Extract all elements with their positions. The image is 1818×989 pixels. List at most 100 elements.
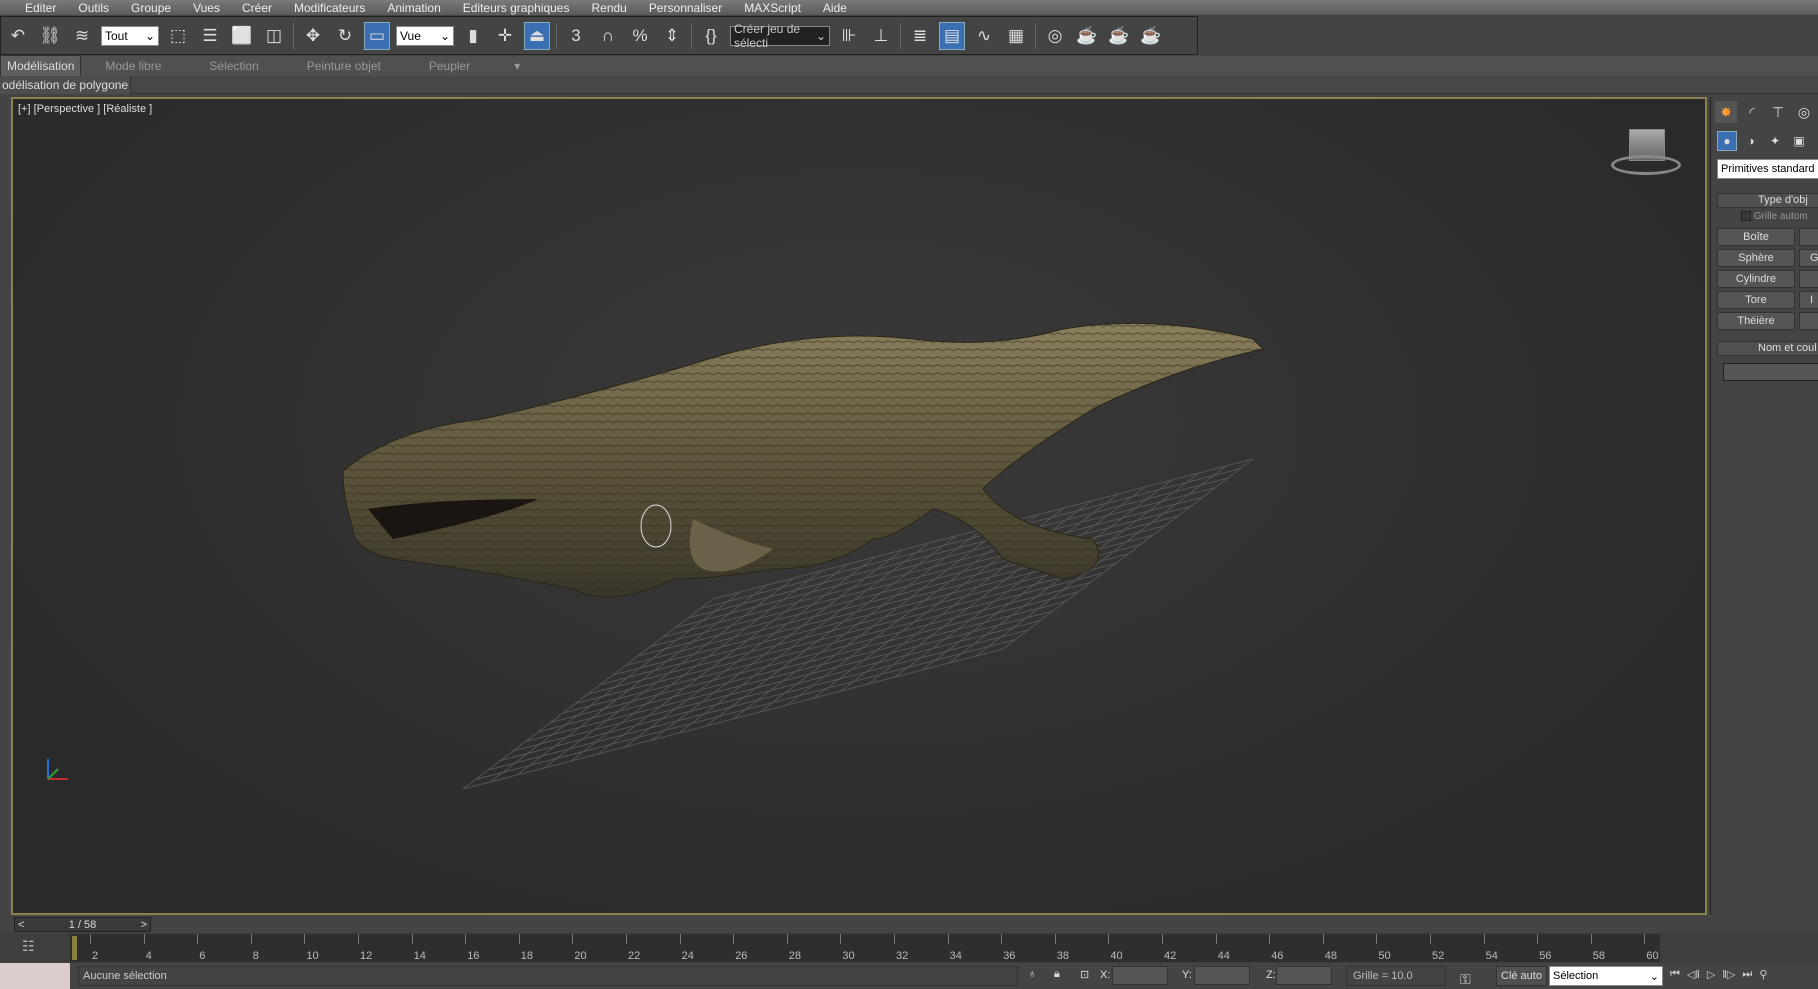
polygon-modeling-tab[interactable]: odélisation de polygone [0,76,132,94]
viewcube-icon[interactable] [1611,129,1681,179]
mini-curve-editor-icon[interactable]: ☷ [22,938,35,955]
scale-icon[interactable]: ▭ [364,21,390,50]
spinner-snap-icon[interactable]: ⇕ [659,22,685,50]
pyramid-button[interactable]: I [1799,291,1818,309]
rendered-frame-window-icon[interactable]: ☕ [1106,22,1132,50]
hierarchy-tab-icon[interactable]: ⊤ [1767,101,1789,123]
render-production-icon[interactable]: ☕ [1138,22,1164,50]
autogrid-checkbox[interactable]: Grille autom [1741,211,1808,222]
menu-item-11[interactable]: Aide [823,1,847,15]
selection-filter-select[interactable]: Tout ⌄ [101,25,159,46]
plane-button[interactable] [1799,312,1818,330]
motion-tab-icon[interactable]: ◎ [1793,101,1815,123]
previous-frame-icon[interactable]: ◁‖ [1687,968,1700,981]
link-icon[interactable]: ⛓ [37,22,63,50]
x-coordinate-input[interactable] [1112,966,1168,985]
menu-item-4[interactable]: Créer [242,1,272,15]
isolate-icon[interactable]: ♁ [1028,968,1036,980]
perspective-viewport[interactable]: [+] [Perspective ] [Réaliste ] [11,97,1707,915]
schematic-view-icon[interactable]: ▦ [1003,22,1029,50]
ribbon-tab-0[interactable]: Modélisation [0,55,82,77]
reference-coord-select[interactable]: Vue ⌄ [396,25,454,46]
go-to-end-icon[interactable]: ⏭ [1742,968,1752,981]
tick-mark [1322,934,1324,944]
menu-item-5[interactable]: Modificateurs [294,1,365,15]
undo-icon[interactable]: ↶ [5,22,31,50]
percent-snap-icon[interactable]: % [627,22,653,50]
object-name-input[interactable] [1723,363,1818,381]
absolute-mode-icon[interactable]: ⊡ [1080,968,1089,981]
curve-editor-icon[interactable]: ∿ [971,22,997,50]
select-manipulate-icon[interactable]: ✛ [492,22,518,50]
menu-item-10[interactable]: MAXScript [744,1,801,15]
window-crossing-icon[interactable]: ◫ [261,22,287,50]
cone-button[interactable] [1799,228,1818,246]
torus-button[interactable]: Tore [1717,291,1795,309]
mirror-icon[interactable]: ⊪ [836,22,862,50]
ribbon-tab-1[interactable]: Mode libre [81,59,185,73]
cameras-icon[interactable]: ▣ [1789,131,1809,151]
shapes-icon[interactable]: ◑ [1741,131,1761,151]
modify-tab-icon[interactable]: ◜ [1741,101,1763,123]
auto-key-button[interactable]: Clé auto [1496,966,1547,986]
menu-item-0[interactable]: Editer [25,1,56,15]
align-icon[interactable]: ⊥ [868,22,894,50]
current-frame-marker[interactable] [72,936,77,960]
pivot-center-icon[interactable]: ▮ [460,22,486,50]
render-setup-icon[interactable]: ☕ [1074,22,1100,50]
angle-snap-icon[interactable]: ∩ [595,22,621,50]
material-editor-icon[interactable]: ◎ [1042,22,1068,50]
timeline-tick: 56 [1539,950,1552,962]
geosphere-button[interactable]: G [1799,249,1818,267]
set-key-icon[interactable]: ⚿ [1460,971,1471,988]
named-selection-set-select[interactable]: Créer jeu de sélecti ⌄ [730,22,830,50]
ribbon-tab-3[interactable]: Peinture objet [283,59,405,73]
scene-explorer-icon[interactable]: ▤ [939,21,965,50]
object-type-rollout[interactable]: Type d'obj [1717,193,1818,208]
lock-icon[interactable]: 🔒︎ [1054,968,1060,981]
maxscript-listener[interactable] [0,963,70,989]
tube-button[interactable] [1799,270,1818,288]
primitive-type-select[interactable]: Primitives standard [1717,159,1818,179]
play-icon[interactable]: ▷ [1707,968,1715,981]
snaps-toggle-icon[interactable]: 3 [563,22,589,50]
time-slider[interactable]: < 1 / 58 > [0,916,1706,933]
timeline-ruler[interactable]: 2 4 6 8 10 12 14 16 18 20 22 24 26 28 30 32 34 36 38 40 42 44… [70,934,1660,962]
rectangle-selection-icon[interactable]: ⬜ [229,22,255,50]
ribbon-options-icon[interactable]: ▾ [514,59,520,73]
ribbon-tab-4[interactable]: Peupler [405,59,494,73]
teapot-button[interactable]: Théière [1717,312,1795,330]
name-color-rollout[interactable]: Nom et coul [1717,341,1818,356]
menu-item-9[interactable]: Personnaliser [649,1,722,15]
create-tab-icon[interactable]: ✸ [1715,101,1737,123]
bind-space-warp-icon[interactable]: ≋ [69,22,95,50]
keyboard-shortcut-override-icon[interactable]: ⏏ [524,21,550,50]
select-by-name-icon[interactable]: ☰ [197,22,223,50]
box-button[interactable]: Boîte [1717,228,1795,246]
next-frame-icon[interactable]: ‖▷ [1722,968,1735,981]
menu-item-7[interactable]: Editeurs graphiques [463,1,570,15]
cylinder-button[interactable]: Cylindre [1717,270,1795,288]
ribbon-tab-2[interactable]: Sélection [185,59,282,73]
menu-item-8[interactable]: Rendu [591,1,626,15]
y-coordinate-input[interactable] [1194,966,1250,985]
command-panel: ✸ ◜ ⊤ ◎ ● ◑ ✦ ▣ Primitives standard Type… [1710,97,1818,915]
menu-item-3[interactable]: Vues [193,1,220,15]
layer-manager-icon[interactable]: ≣ [907,22,933,50]
prev-frame-button[interactable]: < [18,919,24,931]
rotate-icon[interactable]: ↻ [332,22,358,50]
edit-named-selection-icon[interactable]: {} [698,22,724,50]
menu-item-1[interactable]: Outils [78,1,109,15]
go-to-start-icon[interactable]: ⏮ [1670,968,1680,981]
select-object-icon[interactable]: ⬚ [165,22,191,50]
geometry-icon[interactable]: ● [1717,131,1737,151]
z-coordinate-input[interactable] [1276,966,1332,985]
zoom-extents-icon[interactable]: ⚲ [1759,968,1767,981]
menu-item-6[interactable]: Animation [387,1,440,15]
key-filter-select[interactable]: Sélection ⌄ [1549,966,1663,986]
next-frame-button[interactable]: > [141,919,147,931]
move-icon[interactable]: ✥ [300,22,326,50]
lights-icon[interactable]: ✦ [1765,131,1785,151]
sphere-button[interactable]: Sphère [1717,249,1795,267]
menu-item-2[interactable]: Groupe [131,1,171,15]
